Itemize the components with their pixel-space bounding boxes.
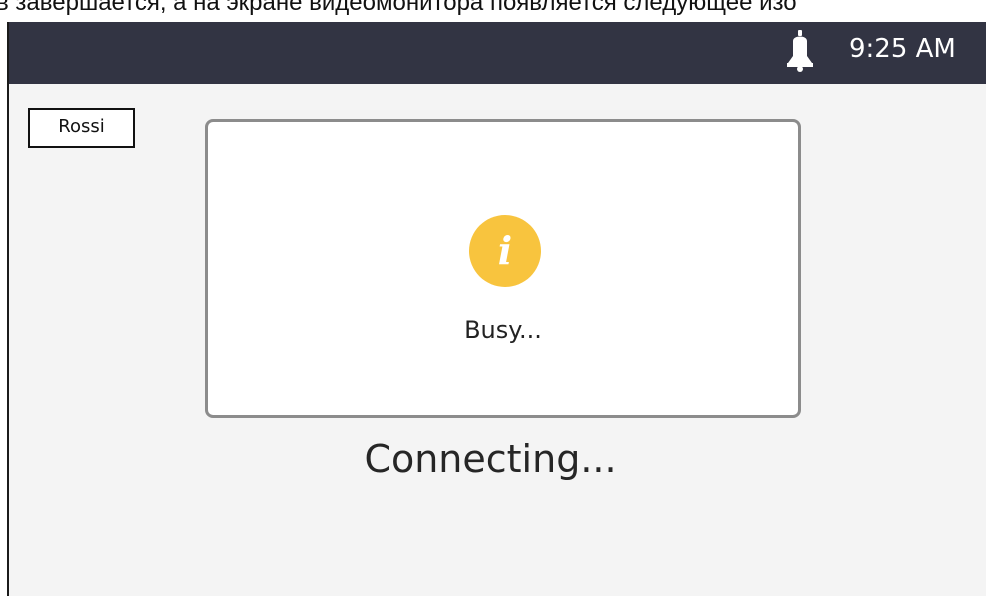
bell-icon[interactable] (785, 29, 815, 73)
document-caption: в завершается, а на экране видеомонитора… (0, 0, 986, 22)
info-icon-glyph: i (497, 228, 513, 273)
dialog-message: Busy... (464, 316, 542, 344)
caption-text: в завершается, а на экране видеомонитора… (0, 0, 797, 16)
connection-status: Connecting... (364, 437, 617, 481)
video-monitor-screen: 9:25 AM Rossi i Busy... Connecting... (7, 22, 986, 596)
status-bar: 9:25 AM (9, 22, 986, 84)
info-icon: i (469, 215, 541, 287)
screenshot-page: в завершается, а на экране видеомонитора… (0, 0, 986, 596)
contact-name-label: Rossi (28, 108, 135, 148)
status-time: 9:25 AM (849, 34, 956, 64)
busy-dialog: i Busy... (205, 119, 801, 418)
